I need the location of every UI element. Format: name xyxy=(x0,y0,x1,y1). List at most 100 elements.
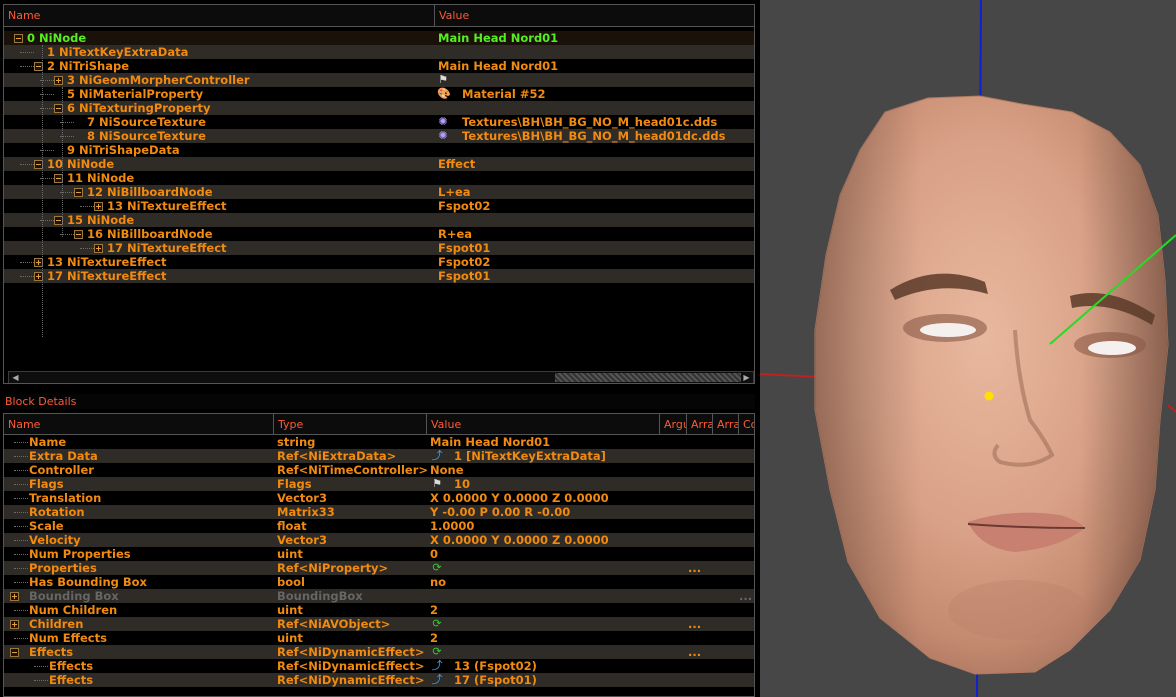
details-row[interactable]: Name string Main Head Nord01 xyxy=(4,435,754,449)
collapse-icon[interactable] xyxy=(74,230,83,239)
details-row[interactable]: Controller Ref<NiTimeController> None xyxy=(4,463,754,477)
details-row-extra[interactable]: ... xyxy=(688,645,701,659)
details-column-array2[interactable]: Arra xyxy=(713,414,739,435)
tree-row[interactable]: 17 NiTextureEffect Fspot01 xyxy=(4,241,754,255)
details-column-array1[interactable]: Arra xyxy=(687,414,713,435)
details-row[interactable]: Properties Ref<NiProperty> ⟳... xyxy=(4,561,754,575)
collapse-icon[interactable] xyxy=(14,34,23,43)
details-row-type: uint xyxy=(277,547,303,561)
tree-row[interactable]: 17 NiTextureEffect Fspot01 xyxy=(4,269,754,283)
details-row[interactable]: Velocity Vector3 X 0.0000 Y 0.0000 Z 0.000… xyxy=(4,533,754,547)
scroll-left-icon[interactable]: ◀ xyxy=(9,372,22,383)
tree-horizontal-scrollbar[interactable]: ◀ ▶ xyxy=(8,371,754,383)
details-row-value[interactable]: 0 xyxy=(430,547,438,561)
details-row[interactable]: Effects Ref<NiDynamicEffect> ⤴ 17 (Fspot01) xyxy=(4,673,754,687)
tree-row-name: 6 NiTexturingProperty xyxy=(67,101,211,115)
details-row-value[interactable]: X 0.0000 Y 0.0000 Z 0.0000 xyxy=(430,533,609,547)
tree-row[interactable]: 5 NiMaterialProperty 🎨 Material #52 xyxy=(4,87,754,101)
tree-row[interactable]: 0 NiNode Main Head Nord01 xyxy=(4,31,754,45)
details-row-type: Ref<NiExtraData> xyxy=(277,449,397,463)
details-row-value[interactable]: 2 xyxy=(430,603,438,617)
details-row-value[interactable]: 17 (Fspot01) xyxy=(454,673,537,687)
details-row-value[interactable]: 1.0000 xyxy=(430,519,474,533)
details-column-value[interactable]: Value xyxy=(427,414,660,435)
link-icon[interactable]: ⤴ xyxy=(431,450,443,462)
details-row-value[interactable]: Y -0.00 P 0.00 R -0.00 xyxy=(430,505,570,519)
details-row[interactable]: Effects Ref<NiDynamicEffect> ⟳... xyxy=(4,645,754,659)
tree-row[interactable]: 1 NiTextKeyExtraData xyxy=(4,45,754,59)
details-row-value[interactable]: 10 xyxy=(454,477,470,491)
details-column-argument[interactable]: Argu xyxy=(660,414,687,435)
tree-row[interactable]: 15 NiNode xyxy=(4,213,754,227)
details-row[interactable]: Rotation Matrix33 Y -0.00 P 0.00 R -0.00 xyxy=(4,505,754,519)
details-row[interactable]: Translation Vector3 X 0.0000 Y 0.0000 Z 0.… xyxy=(4,491,754,505)
details-row-name: Properties xyxy=(29,561,97,575)
details-row-extra[interactable]: ... xyxy=(688,561,701,575)
tree-row[interactable]: 16 NiBillboardNode R+ea xyxy=(4,227,754,241)
details-column-condition[interactable]: Co xyxy=(739,414,754,435)
details-row[interactable]: Extra Data Ref<NiExtraData> ⤴ 1 [NiTextKeyE… xyxy=(4,449,754,463)
scroll-right-icon[interactable]: ▶ xyxy=(740,372,753,383)
tree-column-name[interactable]: Name xyxy=(4,5,435,26)
tree-row[interactable]: 9 NiTriShapeData xyxy=(4,143,754,157)
scrollbar-thumb[interactable] xyxy=(555,373,741,382)
tree-row[interactable]: 10 NiNode Effect xyxy=(4,157,754,171)
details-row[interactable]: Num Children uint 2 xyxy=(4,603,754,617)
collapse-icon[interactable] xyxy=(10,648,19,657)
details-row[interactable]: Has Bounding Box bool no xyxy=(4,575,754,589)
expand-icon[interactable] xyxy=(54,76,63,85)
details-row[interactable]: Effects Ref<NiDynamicEffect> ⤴ 13 (Fspot02) xyxy=(4,659,754,673)
tree-column-value[interactable]: Value xyxy=(435,5,754,26)
details-row[interactable]: Bounding Box BoundingBox... xyxy=(4,589,754,603)
pivot-point[interactable] xyxy=(984,391,994,401)
collapse-icon[interactable] xyxy=(74,188,83,197)
array-icon[interactable]: ⟳ xyxy=(431,646,443,658)
link-icon[interactable]: ⤴ xyxy=(431,660,443,672)
details-row[interactable]: Flags Flags ⚑ 10 xyxy=(4,477,754,491)
tree-row-value: L+ea xyxy=(438,185,471,199)
details-row-value[interactable]: no xyxy=(430,575,446,589)
tree-row[interactable]: 2 NiTriShape Main Head Nord01 xyxy=(4,59,754,73)
expand-icon[interactable] xyxy=(10,620,19,629)
details-row-value[interactable]: 13 (Fspot02) xyxy=(454,659,537,673)
expand-icon[interactable] xyxy=(94,244,103,253)
tree-row[interactable]: 3 NiGeomMorpherController ⚑ xyxy=(4,73,754,87)
link-icon[interactable]: ⤴ xyxy=(431,674,443,686)
tree-row[interactable]: 12 NiBillboardNode L+ea xyxy=(4,185,754,199)
tree-row[interactable]: 8 NiSourceTexture ✺ Textures\BH\BH_BG_NO_M… xyxy=(4,129,754,143)
expand-icon[interactable] xyxy=(10,592,19,601)
block-list-tree[interactable]: Name Value 0 NiNode Main Head Nord01 1 NiT… xyxy=(3,4,755,384)
tree-row-name: 5 NiMaterialProperty xyxy=(67,87,204,101)
tree-row[interactable]: 13 NiTextureEffect Fspot02 xyxy=(4,199,754,213)
details-row-type: Vector3 xyxy=(277,491,327,505)
details-row-value[interactable]: X 0.0000 Y 0.0000 Z 0.0000 xyxy=(430,491,609,505)
tree-row[interactable]: 6 NiTexturingProperty xyxy=(4,101,754,115)
details-row-type: BoundingBox xyxy=(277,589,363,603)
details-row[interactable]: Scale float 1.0000 xyxy=(4,519,754,533)
details-row[interactable]: Num Effects uint 2 xyxy=(4,631,754,645)
flag-icon[interactable]: ⚑ xyxy=(431,478,443,490)
details-row-extra[interactable]: ... xyxy=(688,617,701,631)
block-details-table[interactable]: Name Type Value Argu Arra Arra Co Namest… xyxy=(3,413,755,697)
details-row-name: Translation xyxy=(29,491,102,505)
tree-row[interactable]: 11 NiNode xyxy=(4,171,754,185)
details-row-extra[interactable]: ... xyxy=(739,589,752,603)
details-row-value[interactable]: None xyxy=(430,463,464,477)
details-row-name: Has Bounding Box xyxy=(29,575,147,589)
details-row-value[interactable]: Main Head Nord01 xyxy=(430,435,550,449)
tree-row[interactable]: 13 NiTextureEffect Fspot02 xyxy=(4,255,754,269)
details-row[interactable]: Children Ref<NiAVObject> ⟳... xyxy=(4,617,754,631)
expand-icon[interactable] xyxy=(94,202,103,211)
details-row-type: string xyxy=(277,435,316,449)
details-row-value[interactable]: 1 [NiTextKeyExtraData] xyxy=(454,449,606,463)
details-row-value[interactable]: 2 xyxy=(430,631,438,645)
details-column-type[interactable]: Type xyxy=(274,414,427,435)
render-viewport[interactable] xyxy=(760,0,1176,697)
details-column-name[interactable]: Name xyxy=(4,414,274,435)
details-row[interactable]: Num Properties uint 0 xyxy=(4,547,754,561)
tree-row-value: Textures\BH\BH_BG_NO_M_head01dc.dds xyxy=(462,129,726,143)
tree-row[interactable]: 7 NiSourceTexture ✺ Textures\BH\BH_BG_NO_M… xyxy=(4,115,754,129)
array-icon[interactable]: ⟳ xyxy=(431,618,443,630)
details-row-name: Velocity xyxy=(29,533,81,547)
array-icon[interactable]: ⟳ xyxy=(431,562,443,574)
